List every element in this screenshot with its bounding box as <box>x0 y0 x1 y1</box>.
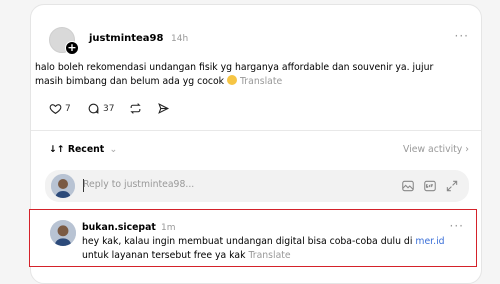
gif-icon[interactable] <box>423 179 437 193</box>
reply-count: 37 <box>103 103 115 114</box>
post-more-icon[interactable]: ··· <box>455 29 469 43</box>
share-button[interactable] <box>157 102 170 115</box>
post-text-line2: masih bimbang dan belum ada yg cocok Tra… <box>35 75 283 87</box>
comment-link[interactable]: mer.id <box>415 236 444 247</box>
like-button[interactable]: 7 <box>49 102 71 115</box>
like-count: 7 <box>65 103 71 114</box>
post-translate-link[interactable]: Translate <box>240 76 282 87</box>
comment-text-line2: untuk layanan tersebut free ya kak <box>82 250 246 261</box>
comment-author-username[interactable]: bukan.sicepat <box>82 222 156 233</box>
sort-arrows-icon: ↓↑ <box>49 144 65 155</box>
view-activity-label: View activity <box>403 144 463 155</box>
follow-plus-icon[interactable]: + <box>65 41 79 55</box>
comment-time: 1m <box>161 223 176 233</box>
smile-emoji-icon <box>227 75 238 85</box>
reply-composer[interactable] <box>45 170 469 202</box>
repost-icon <box>130 103 141 114</box>
comment-icon <box>88 103 99 114</box>
comment-text-line1: hey kak, kalau ingin membuat undangan di… <box>82 236 416 247</box>
post-header: + justmintea98 14h ··· <box>49 27 469 55</box>
view-activity-link[interactable]: View activity › <box>403 144 469 155</box>
sort-dropdown[interactable]: ↓↑ Recent ⌄ <box>49 144 117 155</box>
chevron-down-icon: ⌄ <box>109 144 118 155</box>
expand-icon[interactable] <box>445 179 459 193</box>
sort-label: Recent <box>67 144 105 155</box>
chevron-right-icon: › <box>465 144 469 155</box>
image-icon[interactable] <box>401 179 415 193</box>
post-time: 14h <box>171 34 189 44</box>
heart-icon <box>49 104 62 115</box>
current-user-avatar <box>51 174 75 198</box>
reply-input[interactable] <box>83 179 383 190</box>
comment-translate-link[interactable]: Translate <box>248 250 290 261</box>
comment-button[interactable]: 37 <box>87 102 114 115</box>
repost-button[interactable] <box>129 102 142 115</box>
comment-text: hey kak, kalau ingin membuat undangan di… <box>82 235 467 263</box>
post-author-username[interactable]: justmintea98 <box>89 33 163 44</box>
post-actions: 7 37 <box>49 102 249 118</box>
sort-row: ↓↑ Recent ⌄ View activity › <box>49 144 469 158</box>
user-avatar-image <box>51 174 75 198</box>
share-icon <box>158 103 170 114</box>
comment-more-icon[interactable]: ··· <box>450 219 464 233</box>
comment-author-avatar[interactable] <box>50 220 76 246</box>
comment-avatar-image <box>50 220 76 246</box>
divider <box>31 130 481 131</box>
post-text-line1: halo boleh rekomendasi undangan fisik yg… <box>35 62 434 73</box>
highlighted-comment: bukan.sicepat 1m ··· hey kak, kalau ingi… <box>29 209 477 267</box>
